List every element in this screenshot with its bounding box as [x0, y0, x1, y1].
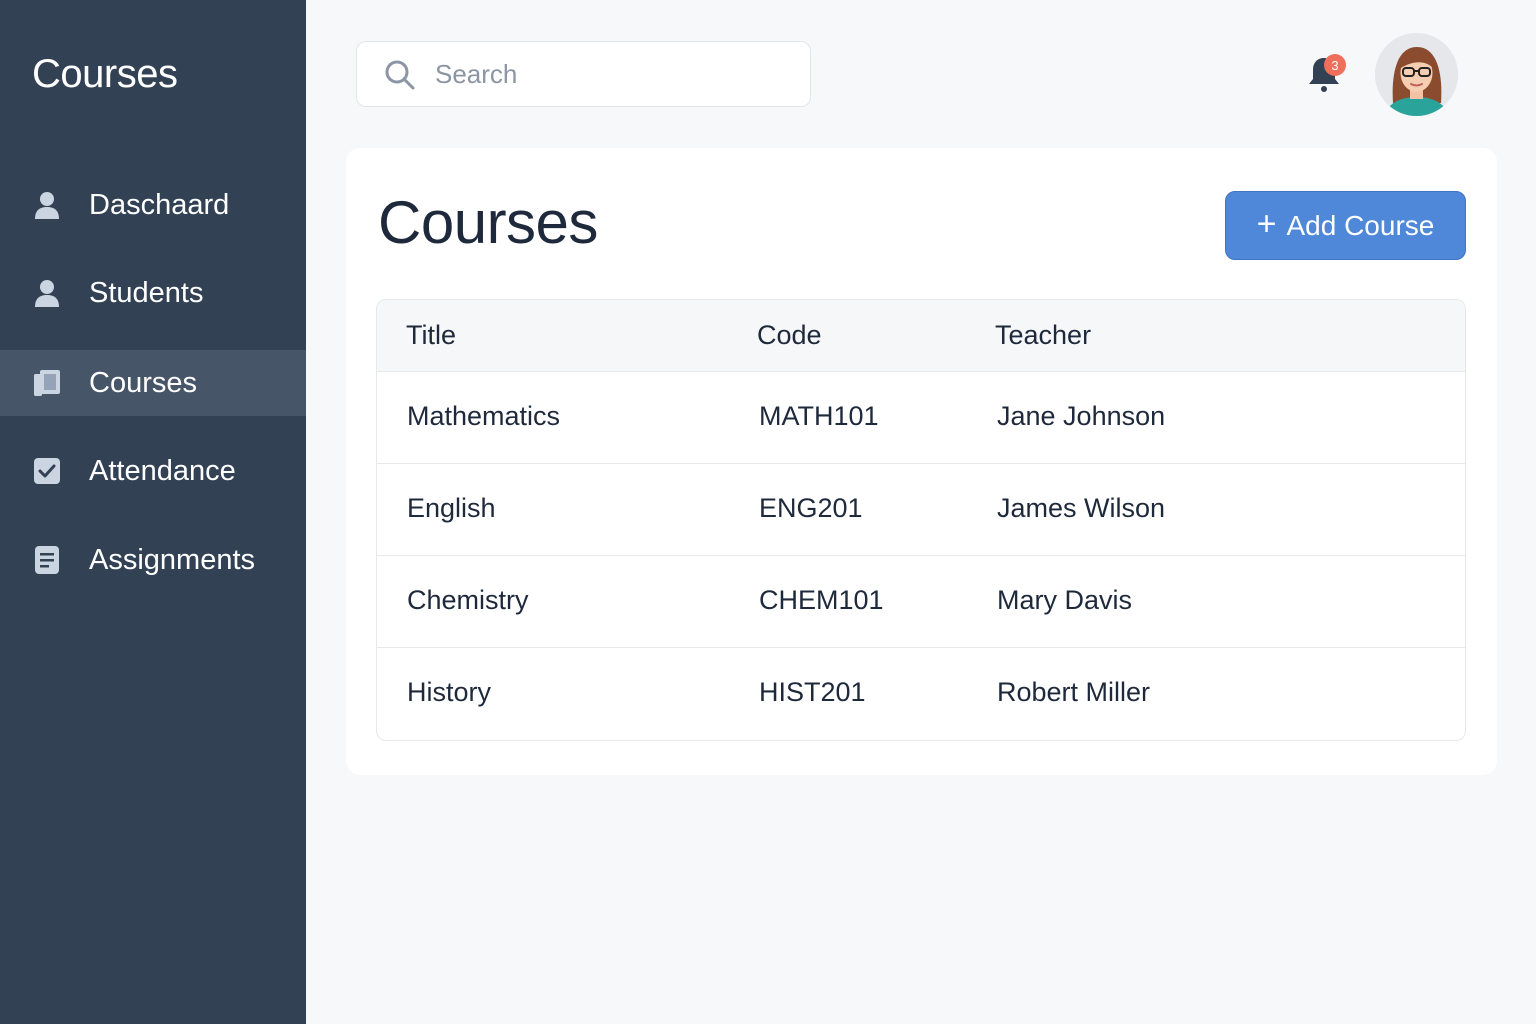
sidebar-item-label: Assignments — [89, 543, 256, 576]
cell-teacher: Jane Johnson — [997, 401, 1166, 431]
column-header-code[interactable]: Code — [757, 320, 822, 351]
sidebar-title: Courses — [32, 52, 178, 96]
document-icon — [32, 545, 62, 575]
add-course-label: Add Course — [1286, 209, 1435, 241]
cell-title: History — [407, 677, 492, 707]
user-icon — [32, 190, 62, 220]
cell-title: English — [407, 493, 496, 523]
table-row[interactable]: History HIST201 Robert Miller — [377, 648, 1465, 740]
cell-teacher: Mary Davis — [997, 585, 1133, 615]
page-title: Courses — [378, 189, 598, 256]
column-header-teacher[interactable]: Teacher — [995, 320, 1091, 351]
user-icon — [32, 278, 62, 308]
cell-code: CHEM101 — [759, 585, 884, 615]
table-row[interactable]: Chemistry CHEM101 Mary Davis — [377, 556, 1465, 648]
sidebar-item-courses[interactable]: Courses — [0, 350, 306, 416]
search-box — [356, 41, 811, 107]
sidebar-item-label: Attendance — [89, 454, 236, 487]
column-header-title[interactable]: Title — [406, 320, 456, 351]
avatar[interactable] — [1375, 33, 1458, 116]
cell-code: MATH101 — [759, 401, 879, 431]
sidebar-item-label: Students — [89, 276, 204, 309]
cell-code: ENG201 — [759, 493, 863, 523]
notification-badge: 3 — [1324, 54, 1346, 76]
table-row[interactable]: Mathematics MATH101 Jane Johnson — [377, 372, 1465, 464]
sidebar-item-students[interactable]: Students — [0, 260, 306, 326]
sidebar-item-attendance[interactable]: Attendance — [0, 438, 306, 504]
table-row[interactable]: English ENG201 James Wilson — [377, 464, 1465, 556]
plus-icon: + — [1256, 205, 1277, 243]
table-header: Title Code Teacher — [377, 300, 1465, 372]
sidebar-item-label: Courses — [89, 366, 197, 399]
cell-title: Mathematics — [407, 401, 561, 431]
book-icon — [32, 368, 62, 398]
search-input[interactable] — [435, 52, 795, 96]
cell-teacher: James Wilson — [997, 493, 1166, 523]
add-course-button[interactable]: + Add Course — [1225, 191, 1466, 260]
search-icon — [383, 58, 417, 92]
cell-teacher: Robert Miller — [997, 677, 1151, 707]
courses-card: Courses + Add Course Title Code Teacher … — [346, 148, 1497, 775]
sidebar: Courses Daschaard Students Courses Atten… — [0, 0, 306, 1024]
cell-title: Chemistry — [407, 585, 529, 615]
sidebar-item-dashboard[interactable]: Daschaard — [0, 172, 306, 238]
sidebar-item-assignments[interactable]: Assignments — [0, 527, 306, 593]
checkbox-icon — [32, 456, 62, 486]
cell-code: HIST201 — [759, 677, 866, 707]
courses-table: Title Code Teacher Mathematics MATH101 J… — [376, 299, 1466, 741]
sidebar-item-label: Daschaard — [89, 188, 230, 221]
